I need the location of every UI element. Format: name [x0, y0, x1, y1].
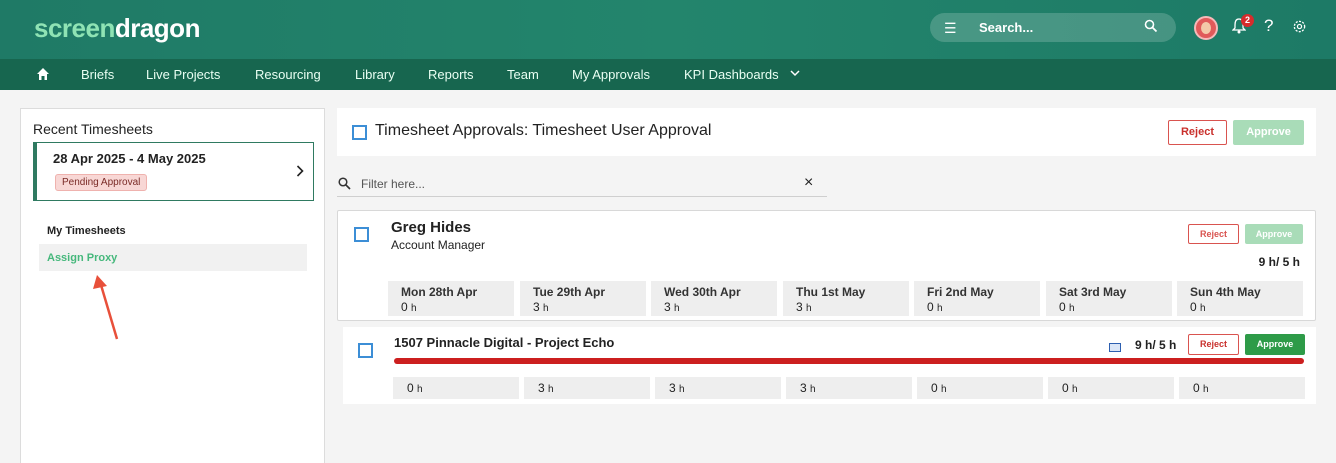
user-total-hours: 9 h/ 5 h: [1258, 255, 1300, 269]
assign-proxy-link[interactable]: Assign Proxy: [47, 252, 117, 264]
select-all-checkbox[interactable]: [352, 125, 367, 140]
nav-kpi-dashboards[interactable]: KPI Dashboards: [684, 67, 779, 82]
nav-reports[interactable]: Reports: [428, 67, 474, 82]
project-select-checkbox[interactable]: [358, 343, 373, 358]
day-cell: Sat 3rd May 0 h: [1046, 281, 1172, 316]
nav-team[interactable]: Team: [507, 67, 539, 82]
search-placeholder[interactable]: Search...: [979, 20, 1033, 35]
day-cell: Mon 28th Apr 0 h: [388, 281, 514, 316]
settings-gear-icon[interactable]: [1292, 19, 1307, 34]
project-day-cell[interactable]: 3 h: [786, 377, 912, 399]
screendragon-logo[interactable]: screendragon: [34, 13, 200, 44]
chevron-right-icon[interactable]: [296, 165, 304, 177]
nav-library[interactable]: Library: [355, 67, 395, 82]
user-name: Greg Hides: [391, 219, 472, 236]
approve-all-button[interactable]: Approve: [1233, 120, 1304, 145]
day-cell: Tue 29th Apr 3 h: [520, 281, 646, 316]
filter-bar: ×: [337, 170, 827, 197]
nav-live-projects[interactable]: Live Projects: [146, 67, 220, 82]
project-approve-button[interactable]: Approve: [1245, 334, 1305, 355]
user-approve-button[interactable]: Approve: [1245, 224, 1303, 244]
project-day-cell[interactable]: 0 h: [1048, 377, 1174, 399]
user-timesheet-card: Greg Hides Account Manager Reject Approv…: [337, 210, 1316, 321]
project-day-cell[interactable]: 3 h: [524, 377, 650, 399]
logo-text-dragon: dragon: [114, 13, 201, 43]
billable-money-icon: [1109, 343, 1121, 352]
chevron-down-icon[interactable]: [790, 69, 800, 77]
project-day-cell[interactable]: 3 h: [655, 377, 781, 399]
global-search[interactable]: ☰ Search...: [930, 13, 1176, 42]
approval-header: Timesheet Approvals: Timesheet User Appr…: [337, 108, 1316, 156]
timesheet-date-range: 28 Apr 2025 - 4 May 2025: [53, 151, 206, 166]
page-title: Timesheet Approvals: Timesheet User Appr…: [375, 122, 712, 139]
search-icon: [338, 177, 351, 190]
recent-timesheets-title: Recent Timesheets: [33, 121, 153, 137]
home-icon[interactable]: [36, 67, 50, 81]
my-timesheets-link[interactable]: My Timesheets: [47, 225, 126, 237]
top-header: screendragon ☰ Search... 2 ?: [0, 0, 1336, 59]
user-reject-button[interactable]: Reject: [1188, 224, 1239, 244]
hours-progress-bar: [394, 358, 1304, 364]
project-day-cell[interactable]: 0 h: [917, 377, 1043, 399]
assign-proxy-item[interactable]: Assign Proxy: [39, 244, 307, 271]
user-select-checkbox[interactable]: [354, 227, 369, 242]
help-icon[interactable]: ?: [1264, 16, 1273, 36]
day-cell: Sun 4th May 0 h: [1177, 281, 1303, 316]
project-reject-button[interactable]: Reject: [1188, 334, 1239, 355]
project-day-cell[interactable]: 0 h: [1179, 377, 1305, 399]
status-badge: Pending Approval: [55, 174, 148, 191]
day-cell: Wed 30th Apr 3 h: [651, 281, 777, 316]
nav-my-approvals[interactable]: My Approvals: [572, 67, 650, 82]
project-title: 1507 Pinnacle Digital - Project Echo: [394, 335, 615, 350]
search-icon[interactable]: [1144, 19, 1158, 33]
hamburger-menu-icon[interactable]: ☰: [944, 20, 957, 37]
nav-resourcing[interactable]: Resourcing: [255, 67, 321, 82]
nav-briefs[interactable]: Briefs: [81, 67, 114, 82]
logo-text-screen: screen: [34, 13, 115, 43]
user-role: Account Manager: [391, 238, 486, 252]
annotation-arrow-icon: [93, 275, 119, 340]
timesheet-card[interactable]: 28 Apr 2025 - 4 May 2025 Pending Approva…: [33, 142, 314, 201]
day-cell: Fri 2nd May 0 h: [914, 281, 1040, 316]
notification-count-badge: 2: [1241, 14, 1254, 27]
clear-filter-icon[interactable]: ×: [804, 174, 813, 192]
project-row: 1507 Pinnacle Digital - Project Echo 9 h…: [343, 327, 1316, 404]
main-navigation: Briefs Live Projects Resourcing Library …: [0, 59, 1336, 90]
project-total-hours: 9 h/ 5 h: [1135, 338, 1177, 352]
user-avatar[interactable]: [1194, 16, 1218, 40]
filter-input[interactable]: [361, 174, 781, 194]
recent-timesheets-panel: Recent Timesheets 28 Apr 2025 - 4 May 20…: [20, 108, 325, 463]
day-cell: Thu 1st May 3 h: [783, 281, 909, 316]
project-day-cell[interactable]: 0 h: [393, 377, 519, 399]
reject-all-button[interactable]: Reject: [1168, 120, 1227, 145]
